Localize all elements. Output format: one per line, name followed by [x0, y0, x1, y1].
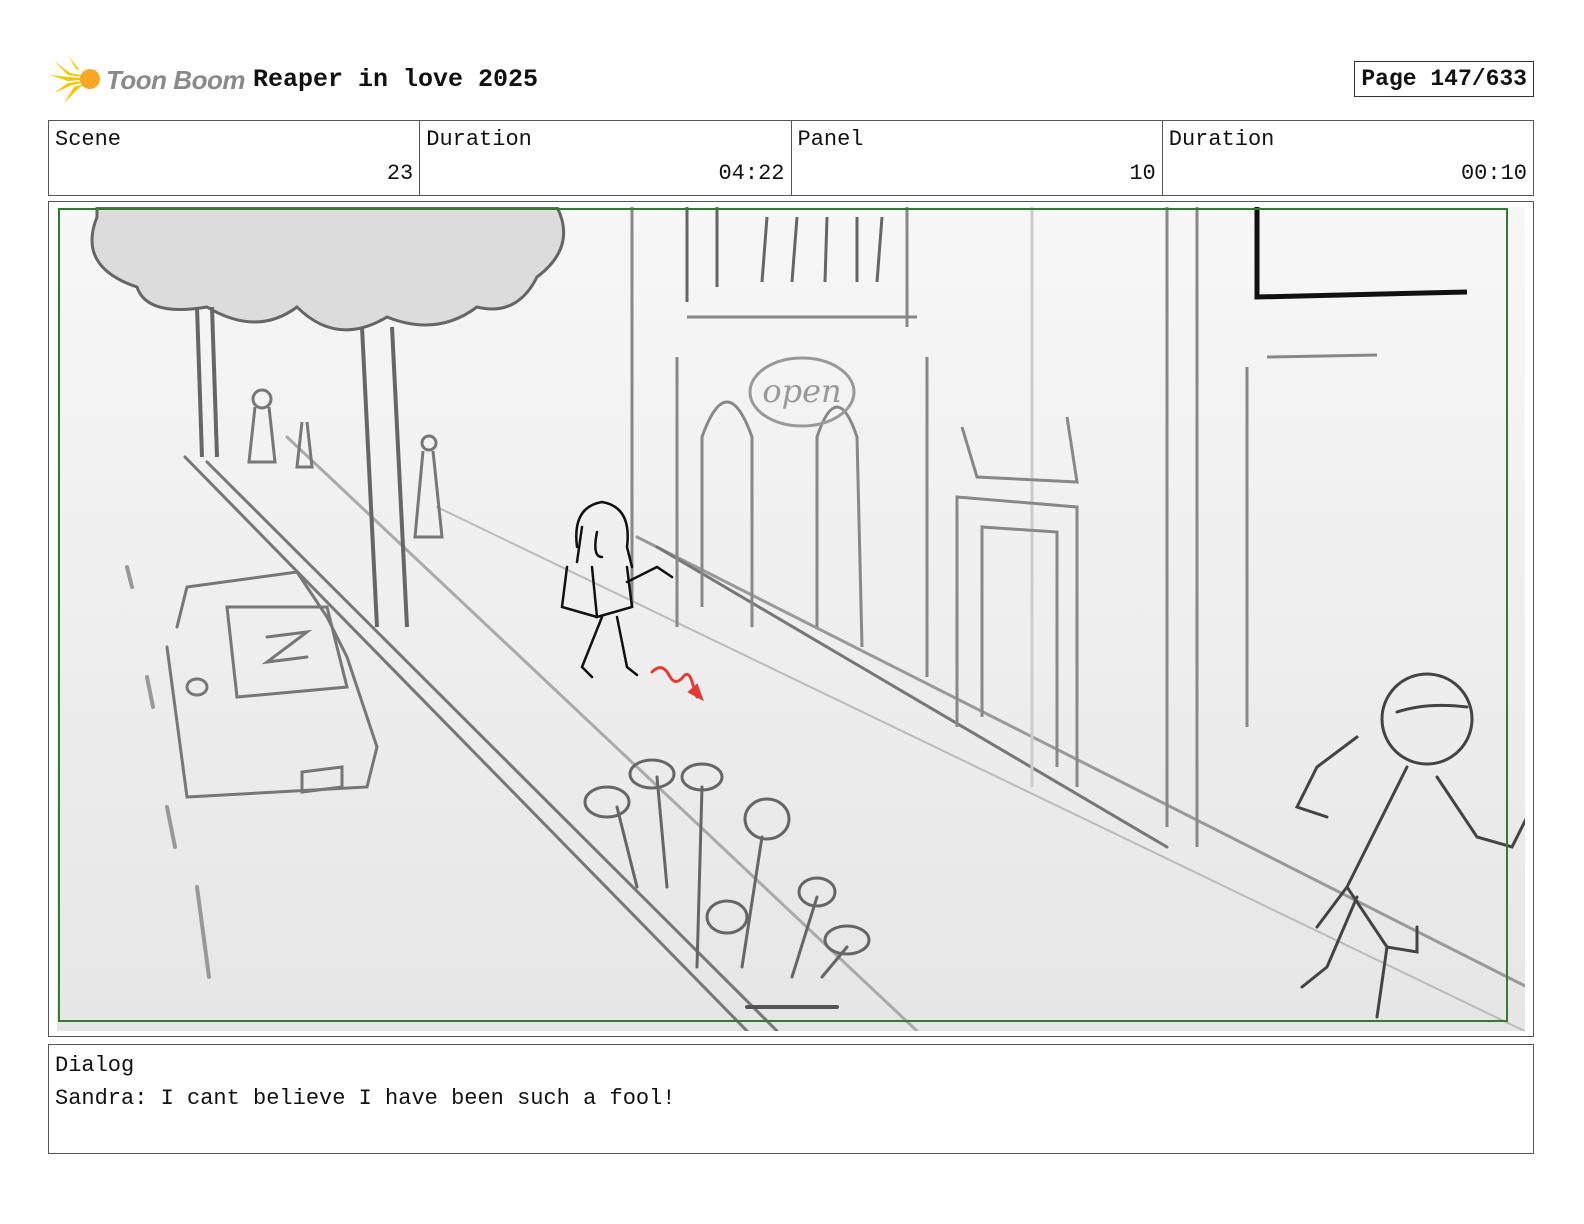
panel-sketch: open — [57, 207, 1525, 1031]
scene-duration-cell: Duration 04:22 — [420, 121, 792, 195]
project-title: Reaper in love 2025 — [253, 65, 539, 94]
scene-duration-label: Duration — [426, 127, 532, 152]
starburst-icon — [50, 55, 100, 103]
toon-boom-logo: Toon Boom — [50, 55, 245, 105]
scene-label: Scene — [55, 127, 122, 152]
panel-cell: Panel 10 — [792, 121, 1163, 195]
dialog-text: Sandra: I cant believe I have been such … — [55, 1086, 676, 1111]
open-sign-text: open — [762, 372, 841, 410]
scene-info-table: Scene 23 Duration 04:22 Panel 10 Duratio… — [48, 120, 1534, 196]
panel-duration-value: 00:10 — [1460, 161, 1527, 186]
panel-duration-label: Duration — [1168, 127, 1275, 152]
scene-value: 23 — [386, 161, 414, 186]
panel-duration-cell: Duration 00:10 — [1163, 121, 1533, 195]
dialog-box: Dialog Sandra: I cant believe I have bee… — [48, 1044, 1534, 1154]
storyboard-panel: open — [48, 201, 1534, 1037]
panel-value: 10 — [1129, 161, 1156, 186]
brand-name: Toon Boom — [106, 64, 245, 95]
storyboard-header: Toon Boom Reaper in love 2025 Page 147/6… — [50, 55, 1534, 105]
scene-cell: Scene 23 — [49, 121, 421, 195]
page-indicator: Page 147/633 — [1354, 61, 1534, 97]
panel-label: Panel — [797, 127, 864, 152]
dialog-label: Dialog — [55, 1053, 135, 1078]
scene-duration-value: 04:22 — [718, 161, 785, 186]
